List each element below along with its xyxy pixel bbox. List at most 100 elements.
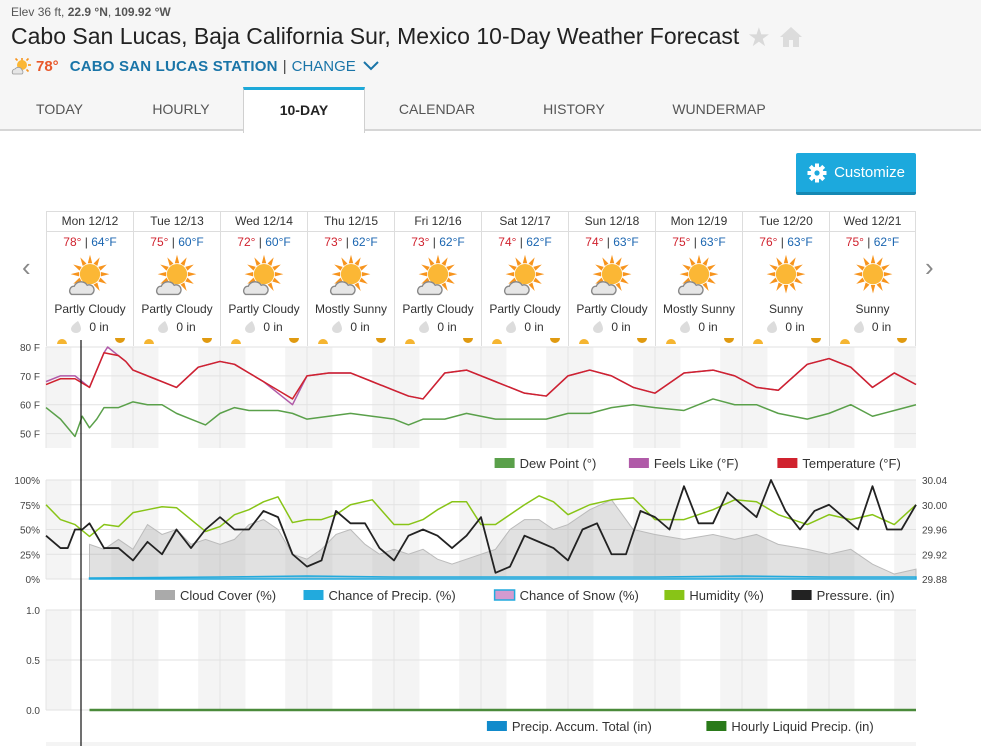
tab-today[interactable]: TODAY <box>0 87 119 131</box>
day-temps: 73° | 62°F <box>324 235 378 249</box>
y2-tick-label: 29.92 <box>922 550 947 561</box>
home-icon[interactable] <box>779 26 803 48</box>
tab-wundermap[interactable]: WUNDERMAP <box>639 87 799 131</box>
partly-cloudy-icon <box>69 254 110 296</box>
forecast-day[interactable]: Mon 12/12 78° | 64°F Partly Cloudy 0 in <box>46 212 133 346</box>
low-temp: 63°F <box>787 235 813 249</box>
day-temps: 78° | 64°F <box>63 235 117 249</box>
sunny-icon <box>853 254 892 294</box>
legend-label: Temperature (°F) <box>802 456 900 471</box>
night-band <box>568 347 594 448</box>
y-tick-label: 70 F <box>20 372 40 383</box>
night-band <box>633 347 655 448</box>
precip-amount: 0 in <box>308 320 394 334</box>
tab-history[interactable]: HISTORY <box>509 87 639 131</box>
y-tick-label: 80 F <box>20 343 40 354</box>
y-tick-label: 50% <box>20 526 40 537</box>
legend-label: Chance of Precip. (%) <box>329 588 456 603</box>
legend-label: Cloud Cover (%) <box>180 588 276 603</box>
high-temp: 75° <box>150 235 169 249</box>
day-temps: 75° | 60°F <box>150 235 204 249</box>
day-temps: 74° | 62°F <box>498 235 552 249</box>
forecast-day[interactable]: Wed 12/21 75° | 62°F Sunny 0 in <box>829 212 916 346</box>
change-station-button[interactable]: CHANGE <box>292 58 381 75</box>
low-temp: 62°F <box>352 235 378 249</box>
condition-label: Partly Cloudy <box>402 302 474 316</box>
page-title-row: Cabo San Lucas, Baja California Sur, Mex… <box>11 23 803 50</box>
y2-tick-label: 29.88 <box>922 575 947 586</box>
high-temp: 73° <box>411 235 430 249</box>
forecast-day[interactable]: Tue 12/20 76° | 63°F Sunny 0 in <box>742 212 829 346</box>
station-link[interactable]: CABO SAN LUCAS STATION <box>70 58 278 75</box>
legend-swatch <box>493 589 516 601</box>
raindrop-icon <box>158 321 169 333</box>
high-temp: 73° <box>324 235 343 249</box>
forecast-day[interactable]: Thu 12/15 73° | 62°F Mostly Sunny 0 in <box>307 212 394 346</box>
y-tick-label: 0% <box>26 575 41 586</box>
gear-icon <box>807 163 827 182</box>
legend-swatch <box>303 590 324 600</box>
legend-swatch <box>155 590 175 600</box>
forecast-day[interactable]: Wed 12/14 72° | 60°F Partly Cloudy 0 in <box>220 212 307 346</box>
forecast-day[interactable]: Sat 12/17 74° | 62°F Partly Cloudy 0 in <box>481 212 568 346</box>
elevation-label: Elev <box>11 5 35 19</box>
precip-value: 0 in <box>698 320 718 334</box>
separator: | <box>282 57 287 75</box>
legend-swatch <box>628 458 649 468</box>
raindrop-icon <box>853 321 864 333</box>
charts-container: 50 F 60 F 70 F 80 F Temperature (°F) Feels Li… <box>0 340 981 746</box>
forecast-day[interactable]: Tue 12/13 75° | 60°F Partly Cloudy 0 in <box>133 212 220 346</box>
tab-10-day[interactable]: 10-DAY <box>243 87 365 133</box>
legend-label: Feels Like (°F) <box>654 456 739 471</box>
legend-swatch <box>791 590 812 600</box>
day-label: Tue 12/20 <box>743 212 829 232</box>
precip-amount: 0 in <box>395 320 481 334</box>
high-temp: 72° <box>237 235 256 249</box>
legend-label: Chance of Snow (%) <box>520 588 639 603</box>
elevation-value: 36 ft <box>37 5 62 19</box>
condition-label: Sunny <box>768 302 804 316</box>
forecast-day[interactable]: Fri 12/16 73° | 62°F Partly Cloudy 0 in <box>394 212 481 346</box>
high-temp: 78° <box>63 235 82 249</box>
partly-cloudy-icon <box>11 57 31 75</box>
favorite-star-icon[interactable]: ★ <box>747 24 770 50</box>
raindrop-icon <box>680 321 691 333</box>
precip-amount: 0 in <box>47 320 133 334</box>
day-temps: 73° | 62°F <box>411 235 465 249</box>
precip-value: 0 in <box>89 320 109 334</box>
previous-arrow-icon[interactable]: ‹ <box>22 252 31 283</box>
raindrop-icon <box>767 321 778 333</box>
forecast-day[interactable]: Mon 12/19 75° | 63°F Mostly Sunny 0 in <box>655 212 742 346</box>
location-coordinates: Elev 36 ft, 22.9 °N, 109.92 °W <box>11 5 171 19</box>
condition-label: Partly Cloudy <box>489 302 561 316</box>
day-label: Sun 12/18 <box>569 212 655 232</box>
precip-value: 0 in <box>871 320 892 334</box>
day-label: Wed 12/21 <box>830 212 915 232</box>
y-tick-label: 100% <box>14 476 40 487</box>
legend-swatch <box>706 721 727 731</box>
high-temp: 74° <box>585 235 604 249</box>
longitude: 109.92 °W <box>114 5 171 19</box>
tab-hourly[interactable]: HOURLY <box>119 87 243 131</box>
legend-label: Hourly Liquid Precip. (in) <box>731 719 873 734</box>
next-arrow-icon[interactable]: › <box>925 252 934 283</box>
day-label: Wed 12/14 <box>221 212 307 232</box>
partly-cloudy-icon <box>330 254 371 296</box>
night-band <box>111 347 133 448</box>
y-tick-label: 0.5 <box>26 656 40 667</box>
raindrop-icon <box>71 321 82 333</box>
tab-bar: TODAY HOURLY 10-DAY CALENDAR HISTORY WUN… <box>0 87 799 133</box>
night-band <box>133 347 159 448</box>
customize-button[interactable]: Customize <box>796 153 916 195</box>
current-temperature: 78° <box>36 57 59 75</box>
tab-calendar[interactable]: CALENDAR <box>365 87 509 131</box>
low-temp: 62°F <box>873 235 900 249</box>
day-label: Mon 12/19 <box>656 212 742 232</box>
forecast-day[interactable]: Sun 12/18 74° | 63°F Partly Cloudy 0 in <box>568 212 655 346</box>
condition-label: Mostly Sunny <box>662 302 736 316</box>
page-title: Cabo San Lucas, Baja California Sur, Mex… <box>11 23 740 49</box>
partly-cloudy-icon <box>591 254 632 296</box>
legend-swatch <box>664 590 685 600</box>
forecast-charts: 50 F 60 F 70 F 80 F Temperature (°F) Feels Li… <box>14 340 947 746</box>
condition-label: Partly Cloudy <box>54 302 126 316</box>
